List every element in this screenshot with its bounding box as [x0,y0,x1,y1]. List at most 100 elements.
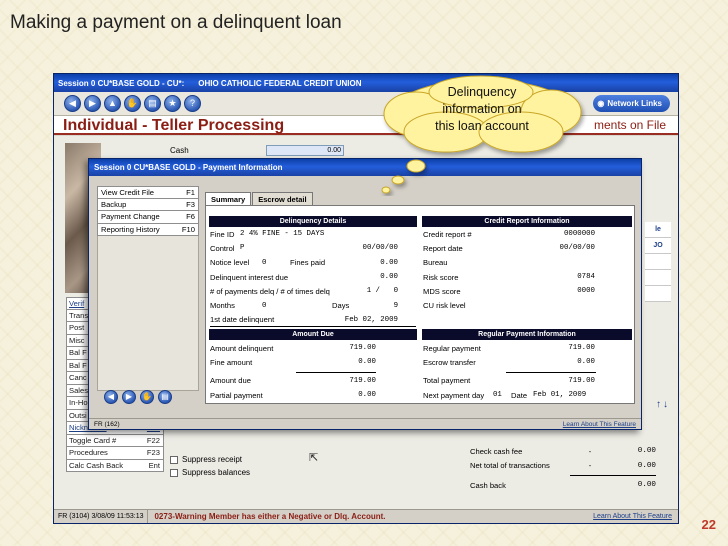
outer-title-session: Session 0 CU*BASE GOLD - CU*: [58,78,185,88]
status-session-info: FR (3104) 3/08/09 11:53:13 [54,510,149,523]
suppress-balances-option[interactable]: Suppress balances [170,466,250,479]
next-payment-date-label: Date [511,390,528,400]
payments-delq-value: 1 / [366,287,380,296]
print-icon[interactable]: ▤ [158,390,172,404]
slide-title: Making a payment on a delinquent loan [10,12,342,33]
bureau-label: Bureau [423,258,448,268]
right-tab-empty[interactable] [645,254,671,270]
total-payment-label: Total payment [423,376,471,386]
partial-payment-label: Partial payment [210,390,263,400]
menu-item-procedures[interactable]: Procedures F23 [66,447,164,460]
days-label: Days [332,301,350,311]
payment-change-item[interactable]: Payment Change F6 [97,211,199,224]
mouse-cursor-icon: ⇱ [309,452,319,464]
arrow-down-icon[interactable]: ↓ [663,399,670,410]
cu-risk-level-label: CU risk level [423,301,466,311]
forward-icon[interactable]: ▶ [84,95,101,112]
reporting-history-item[interactable]: Reporting History F10 [97,223,199,236]
right-tab[interactable]: JO [645,238,671,254]
fines-paid-value: 0.00 [380,258,398,267]
print-icon[interactable]: ▤ [144,95,161,112]
right-tab[interactable]: le [645,222,671,238]
control-date: 00/00/00 [362,244,398,253]
first-date-value: Feb 02, 2009 [344,315,398,324]
scroll-arrows[interactable]: ↑↓ [656,399,670,410]
suppress-receipt-option[interactable]: Suppress receipt [170,453,250,466]
total-payment-value: 719.00 [568,376,595,385]
regular-payment-label: Regular payment [423,343,481,353]
months-value: 0 [262,301,267,310]
network-links-icon: ◉ [597,99,605,108]
callout-line: Delinquency [447,85,517,99]
next-payment-date-value: Feb 01, 2009 [533,391,587,400]
menu-item-calc-cash-back[interactable]: Calc Cash Back Ent [66,459,164,472]
first-date-label: 1st date delinquent [210,315,275,325]
notice-level-label: Notice level [210,258,250,268]
suppress-balances-checkbox[interactable] [170,468,178,477]
inner-nav-buttons: ◀ ▶ ✋ ▤ [104,390,172,404]
payments-delq-label: # of payments delq / # of times delq [210,286,330,296]
hand-icon[interactable]: ✋ [140,390,154,404]
fine-id-label: Fine ID [210,229,235,239]
delinquent-interest-value: 0.00 [380,273,398,282]
suppress-options: Suppress receipt Suppress balances [170,453,250,479]
outer-title-cu: OHIO CATHOLIC FEDERAL CREDIT UNION [198,78,362,88]
back-icon[interactable]: ◀ [104,390,118,404]
escrow-transfer-label: Escrow transfer [423,357,476,367]
callout-text: Delinquency information on this loan acc… [406,84,558,135]
payment-tabs: Summary Escrow detail [205,192,314,206]
notice-level-value: 0 [262,258,267,267]
delinquent-interest-label: Delinquent interest due [210,272,289,282]
network-links-button[interactable]: ◉ Network Links [593,95,670,112]
credit-report-header: Credit Report Information [422,216,632,227]
up-icon[interactable]: ▲ [104,95,121,112]
amount-due-label: Amount due [210,376,251,386]
mds-score-label: MDS score [423,286,461,296]
inner-status-info: FR (162) [94,420,120,428]
tab-escrow-detail[interactable]: Escrow detail [252,192,313,206]
learn-about-link[interactable]: Learn About This Feature [593,513,678,520]
escrow-transfer-value: 0.00 [577,358,595,367]
next-payment-day-value: 01 [493,391,502,400]
amount-due-header: Amount Due [209,329,417,340]
forward-icon[interactable]: ▶ [122,390,136,404]
right-tab-empty[interactable] [645,286,671,302]
fines-paid-label: Fines paid [290,258,326,268]
right-tab-empty[interactable] [645,270,671,286]
cash-input[interactable]: 0.00 [266,144,344,156]
payment-menu: View Credit File F1 Backup F3 Payment Chan… [97,186,199,236]
amount-delinquent-label: Amount delinquent [210,343,274,353]
hand-icon[interactable]: ✋ [124,95,141,112]
callout-cloud: Delinquency information on this loan acc… [376,74,590,196]
page-title-right: ments on File [593,118,666,132]
credit-report-details: Credit report # 0000000 Report date 00/00/… [423,227,629,313]
help-icon[interactable]: ? [184,95,201,112]
backup-item[interactable]: Backup F3 [97,198,199,211]
favorite-icon[interactable]: ★ [164,95,181,112]
payment-information-window: Session 0 CU*BASE GOLD - Payment Informa… [88,158,642,430]
next-payment-day-label: Next payment day [423,390,485,400]
view-credit-file-item[interactable]: View Credit File F1 [97,186,199,199]
menu-item-toggle-card[interactable]: Toggle Card # F22 [66,434,164,447]
partial-payment-input[interactable]: 0.00 [328,391,376,399]
months-label: Months [210,301,235,311]
cash-label: Cash [170,145,189,155]
inner-learn-about-link[interactable]: Learn About This Feature [563,421,636,428]
arrow-up-icon[interactable]: ↑ [656,399,663,410]
mds-score-value: 0000 [577,287,595,296]
suppress-receipt-checkbox[interactable] [170,455,178,464]
cash-area: Cash 0.00 [170,142,344,158]
risk-score-value: 0784 [577,273,595,282]
callout-line: information on [442,102,522,116]
delinquency-details: Fine ID 2 4% FINE - 15 DAYS Control P 00/00… [210,227,416,327]
credit-report-number-label: Credit report # [423,229,472,239]
tab-summary[interactable]: Summary [205,192,252,206]
back-icon[interactable]: ◀ [64,95,81,112]
regular-payment-header: Regular Payment Information [422,329,632,340]
days-value: 9 [393,301,398,310]
regular-payment-value: 719.00 [568,344,595,353]
network-links-label: Network Links [607,99,662,108]
delinquency-divider [210,326,416,327]
amount-due-value: 719.00 [349,376,376,385]
inner-status-bar: FR (162) Learn About This Feature [89,418,641,429]
